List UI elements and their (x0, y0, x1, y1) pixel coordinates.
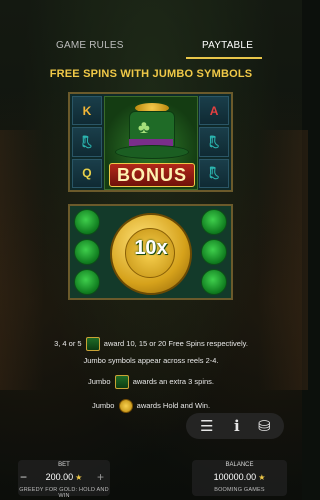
boot-icon: 👢︎ (72, 127, 102, 157)
reel-symbol-a: A (199, 96, 229, 126)
rule-text: 3, 4 or 5 (54, 338, 82, 348)
bet-amount: 200.00 (45, 472, 74, 482)
balance-panel: BALANCE 100000.00 ★ BOOMING GAMES (192, 460, 287, 496)
rule-text: Jumbo (91, 400, 115, 410)
clover-coin-icon (201, 269, 228, 295)
active-tab-indicator (186, 57, 262, 59)
rule-text: award 10, 15 or 20 Free Spins respective… (103, 338, 248, 348)
star-icon: ★ (75, 473, 83, 482)
bonus-label: BONUS (109, 163, 195, 187)
menu-icon[interactable]: ☰ (200, 417, 213, 435)
control-pill: ☰ i ⛁ (186, 413, 284, 439)
jumbo-coin-panel: 10x (68, 204, 233, 300)
balance-amount: 100000.00 (213, 472, 257, 482)
rule-text: Jumbo (88, 376, 111, 386)
reel-symbol-q: Q (72, 158, 102, 188)
clover-icon: ♣ (138, 117, 150, 137)
reel-symbol-k: K (72, 96, 102, 126)
rule-text: awards Hold and Win. (136, 400, 211, 410)
background-decoration-left (0, 130, 44, 390)
hat-brim (115, 145, 189, 159)
bet-increase-button[interactable]: + (97, 470, 104, 484)
jumbo-bonus-symbol: ♣ BONUS (104, 96, 198, 190)
info-icon[interactable]: i (234, 417, 240, 435)
rule-line-jumbo-reels: Jumbo symbols appear across reels 2-4. (83, 356, 219, 365)
clover-coin-icon (73, 269, 100, 295)
balance-value: 100000.00 ★ (192, 472, 287, 482)
rule-line-jumbo-coin: Jumbo awards Hold and Win. (0, 399, 302, 413)
bonus-symbol-panel: K A 👢︎ 👢︎ Q 👢︎ ♣ BONUS (68, 92, 233, 192)
bet-panel: BET − 200.00 ★ + GREEDY FOR GOLD: HOLD AN… (18, 460, 110, 499)
clover-coin-icon (201, 239, 228, 265)
bonus-hat-icon (114, 375, 129, 389)
background-decoration-right (258, 130, 308, 390)
chips-icon[interactable]: ⛁ (258, 417, 271, 435)
bet-label: BET (58, 462, 70, 468)
boot-icon: 👢︎ (199, 127, 229, 157)
game-name: GREEDY FOR GOLD: HOLD AND WIN (19, 487, 109, 499)
bonus-hat-icon (85, 337, 100, 351)
gold-coin-icon (118, 399, 133, 413)
tab-paytable[interactable]: PAYTABLE (202, 40, 253, 51)
paytable-tabs: GAME RULES PAYTABLE (0, 40, 302, 60)
clover-coin-icon (73, 209, 100, 235)
star-icon: ★ (258, 473, 266, 482)
bottom-bar: BET − 200.00 ★ + GREEDY FOR GOLD: HOLD AN… (0, 457, 302, 500)
clover-coin-icon (73, 239, 100, 265)
studio-name: BOOMING GAMES (214, 487, 265, 493)
rule-line-jumbo-hat: Jumbo awards an extra 3 spins. (0, 375, 302, 389)
rule-text: awards an extra 3 spins. (132, 376, 214, 386)
coin-multiplier-label: 10x (134, 237, 168, 259)
rule-line-free-spins: 3, 4 or 5 award 10, 15 or 20 Free Spins … (0, 337, 302, 351)
balance-label: BALANCE (225, 462, 254, 468)
section-title: FREE SPINS WITH JUMBO SYMBOLS (49, 68, 253, 80)
boot-icon: 👢︎ (199, 158, 229, 188)
clover-coin-icon (201, 209, 228, 235)
tab-game-rules[interactable]: GAME RULES (56, 40, 124, 51)
jumbo-gold-coin-icon: 10x (110, 213, 192, 295)
